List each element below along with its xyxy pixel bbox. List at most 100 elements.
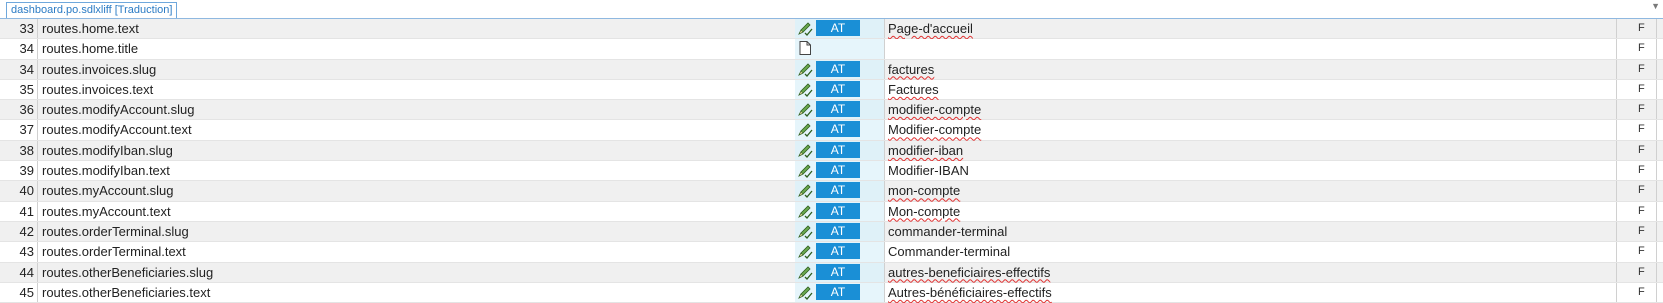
column-divider xyxy=(1656,161,1657,181)
column-divider xyxy=(37,161,38,181)
target-text[interactable]: Modifier-IBAN xyxy=(888,161,969,180)
segment-row[interactable]: 45 routes.otherBeneficiaries.text AT Aut… xyxy=(0,282,1663,303)
segment-row[interactable]: 39 routes.modifyIban.text AT Modifier-IB… xyxy=(0,161,1663,182)
segment-row[interactable]: 38 routes.modifyIban.slug AT modifier-ib… xyxy=(0,140,1663,162)
segment-flag: F xyxy=(1638,143,1645,156)
column-divider xyxy=(884,181,885,201)
column-divider xyxy=(1656,242,1657,262)
target-text[interactable]: modifier-iban xyxy=(888,141,963,160)
target-text[interactable]: Mon-compte xyxy=(888,202,960,221)
segment-row[interactable]: 41 routes.myAccount.text AT Mon-compte F xyxy=(0,201,1663,222)
segment-flag: F xyxy=(1638,62,1645,75)
column-divider xyxy=(884,79,885,100)
column-divider xyxy=(1656,39,1657,59)
column-divider xyxy=(37,282,38,303)
segment-row[interactable]: 33 routes.home.text AT Page-d'accueil F xyxy=(0,19,1663,40)
status-badge: AT xyxy=(816,283,860,300)
source-text[interactable]: routes.home.title xyxy=(42,39,138,58)
column-divider xyxy=(1656,19,1657,39)
segment-row[interactable]: 36 routes.modifyAccount.slug AT modifier… xyxy=(0,100,1663,121)
column-divider xyxy=(37,100,38,120)
source-text[interactable]: routes.modifyIban.slug xyxy=(42,141,173,160)
column-divider xyxy=(1656,282,1657,303)
pencil-check-icon xyxy=(798,245,813,260)
source-text[interactable]: routes.otherBeneficiaries.slug xyxy=(42,263,213,282)
source-text[interactable]: routes.invoices.text xyxy=(42,80,153,99)
source-text[interactable]: routes.orderTerminal.slug xyxy=(42,222,189,241)
document-tab[interactable]: dashboard.po.sdlxliff [Traduction] xyxy=(6,2,178,18)
segment-flag: F xyxy=(1638,42,1645,55)
document-tab-bar: dashboard.po.sdlxliff [Traduction] ▼ xyxy=(0,0,1663,19)
pencil-check-icon xyxy=(798,286,813,300)
status-badge: AT xyxy=(816,60,860,77)
column-divider xyxy=(884,242,885,262)
source-text[interactable]: routes.home.text xyxy=(42,19,139,38)
target-text[interactable]: commander-terminal xyxy=(888,222,1007,241)
segment-number: 41 xyxy=(19,203,34,219)
segment-row[interactable]: 44 routes.otherBeneficiaries.slug AT aut… xyxy=(0,262,1663,283)
segment-number: 36 xyxy=(19,102,34,118)
column-divider xyxy=(1616,59,1617,79)
source-text[interactable]: routes.otherBeneficiaries.text xyxy=(42,283,210,302)
target-text[interactable]: mon-compte xyxy=(888,181,960,200)
column-divider xyxy=(1656,100,1657,120)
source-text[interactable]: routes.modifyAccount.slug xyxy=(42,100,194,119)
source-text[interactable]: routes.modifyIban.text xyxy=(42,161,170,180)
target-text[interactable]: modifier-compte xyxy=(888,100,981,119)
dropdown-arrow-icon[interactable]: ▼ xyxy=(1651,1,1660,11)
status-badge: AT xyxy=(816,101,860,118)
source-text[interactable]: routes.orderTerminal.text xyxy=(42,242,186,261)
source-text[interactable]: routes.myAccount.text xyxy=(42,202,171,221)
column-divider xyxy=(884,19,885,39)
column-divider xyxy=(37,201,38,221)
column-divider xyxy=(884,282,885,303)
segment-row[interactable]: 42 routes.orderTerminal.slug AT commande… xyxy=(0,221,1663,243)
column-divider xyxy=(37,39,38,59)
column-divider xyxy=(1656,221,1657,242)
column-divider xyxy=(37,262,38,282)
segment-row[interactable]: 40 routes.myAccount.slug AT mon-compte F xyxy=(0,181,1663,202)
segment-number: 35 xyxy=(19,81,34,97)
status-badge: AT xyxy=(816,263,860,280)
segment-flag: F xyxy=(1638,103,1645,116)
target-text[interactable]: Modifier-compte xyxy=(888,120,981,139)
segment-number: 37 xyxy=(19,122,34,138)
segment-row[interactable]: 34 routes.invoices.slug AT factures F xyxy=(0,59,1663,80)
column-divider xyxy=(1656,79,1657,100)
pencil-check-icon xyxy=(798,144,813,158)
column-divider xyxy=(37,59,38,79)
column-divider xyxy=(884,161,885,181)
target-text[interactable]: factures xyxy=(888,60,934,79)
segment-number: 34 xyxy=(19,41,34,57)
column-divider xyxy=(1656,120,1657,140)
column-divider xyxy=(1616,201,1617,221)
status-badge: AT xyxy=(816,121,860,138)
segment-flag: F xyxy=(1638,123,1645,136)
target-text[interactable]: Commander-terminal xyxy=(888,242,1010,261)
segment-row[interactable]: 35 routes.invoices.text AT Factures F xyxy=(0,79,1663,101)
column-divider xyxy=(37,79,38,100)
column-divider xyxy=(1616,140,1617,161)
column-divider xyxy=(1616,282,1617,303)
segment-flag: F xyxy=(1638,224,1645,237)
target-text[interactable]: Page-d'accueil xyxy=(888,19,973,38)
segment-row[interactable]: 37 routes.modifyAccount.text AT Modifier… xyxy=(0,120,1663,141)
pencil-check-icon xyxy=(798,265,813,280)
pencil-check-icon xyxy=(798,123,813,138)
target-text[interactable]: autres-beneficiaires-effectifs xyxy=(888,263,1050,282)
segment-number: 42 xyxy=(19,223,34,239)
segment-row[interactable]: 34 routes.home.title F xyxy=(0,39,1663,60)
document-icon xyxy=(799,41,811,56)
pencil-check-icon xyxy=(798,63,813,77)
segment-flag: F xyxy=(1638,82,1645,95)
segment-number: 39 xyxy=(19,163,34,179)
target-text[interactable]: Factures xyxy=(888,80,939,99)
segment-number: 40 xyxy=(19,183,34,199)
segment-row[interactable]: 43 routes.orderTerminal.text AT Commande… xyxy=(0,242,1663,263)
source-text[interactable]: routes.myAccount.slug xyxy=(42,181,174,200)
source-text[interactable]: routes.invoices.slug xyxy=(42,60,156,79)
column-divider xyxy=(884,59,885,79)
target-text[interactable]: Autres-bénéficiaires-effectifs xyxy=(888,283,1052,302)
column-divider xyxy=(884,201,885,221)
source-text[interactable]: routes.modifyAccount.text xyxy=(42,120,192,139)
